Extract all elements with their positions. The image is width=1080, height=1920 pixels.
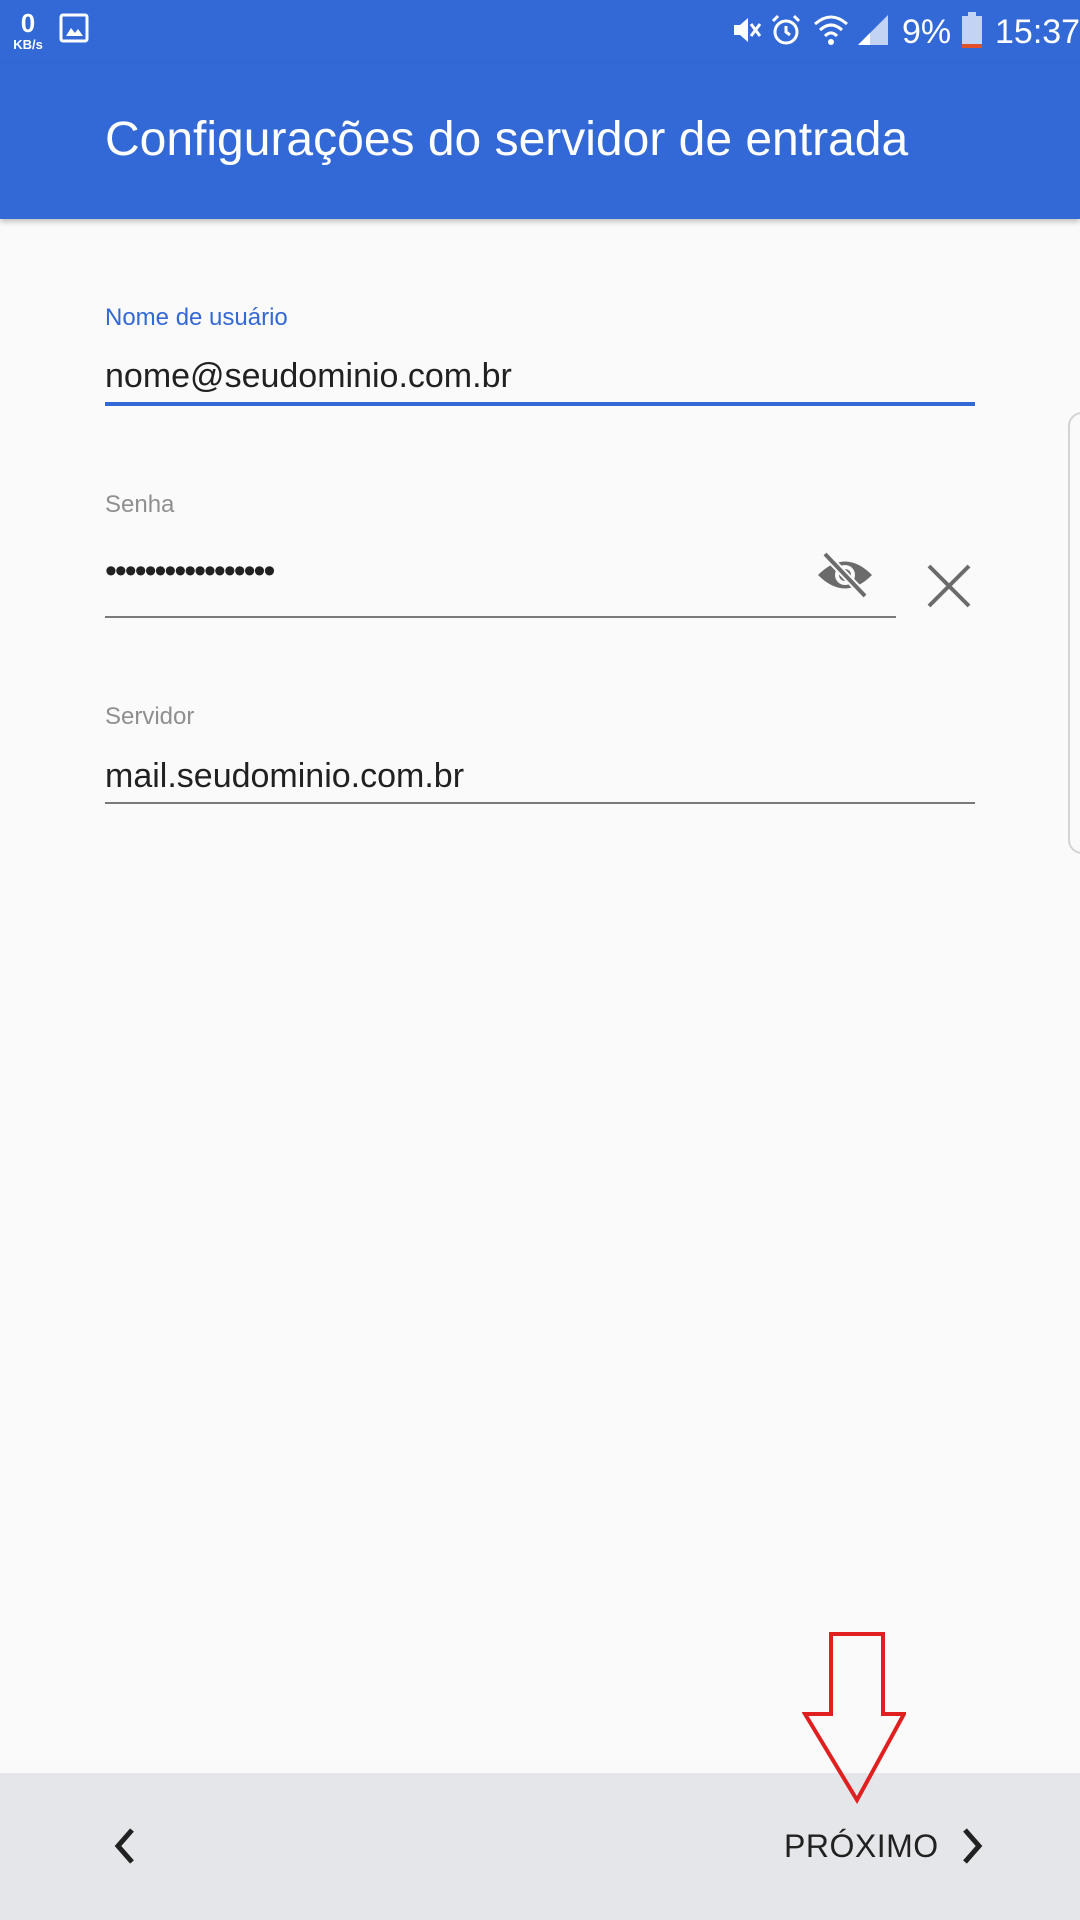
- mute-icon: [728, 12, 764, 53]
- gallery-icon: [58, 12, 90, 49]
- username-underline: [105, 402, 975, 406]
- server-label: Servidor: [105, 703, 195, 730]
- network-speed-value: 0: [20, 8, 36, 38]
- chevron-right-icon: [959, 1826, 985, 1866]
- wifi-icon: [812, 12, 850, 53]
- next-button-label: PRÓXIMO: [784, 1827, 939, 1864]
- password-label: Senha: [105, 491, 175, 518]
- username-input[interactable]: nome@seudominio.com.br: [105, 357, 512, 396]
- page-title: Configurações do servidor de entrada: [105, 113, 909, 166]
- username-label: Nome de usuário: [105, 304, 288, 331]
- status-bar: 0 KB/s 9% 15:37: [0, 0, 1080, 64]
- next-button[interactable]: PRÓXIMO: [770, 1809, 999, 1883]
- network-speed: 0 KB/s: [8, 10, 48, 51]
- network-speed-unit: KB/s: [13, 37, 43, 52]
- clear-icon[interactable]: [917, 556, 981, 616]
- bottom-navigation-bar: PRÓXIMO: [0, 1773, 1080, 1920]
- visibility-off-icon[interactable]: [810, 545, 880, 605]
- back-chevron-icon[interactable]: [95, 1816, 155, 1876]
- server-underline: [105, 802, 975, 804]
- battery-percent: 9%: [902, 13, 952, 51]
- clock: 15:37: [995, 13, 1080, 51]
- server-input[interactable]: mail.seudominio.com.br: [105, 757, 464, 796]
- alarm-icon: [768, 12, 804, 53]
- edge-panel-handle[interactable]: [1068, 412, 1080, 854]
- signal-icon: [855, 12, 891, 53]
- app-bar: Configurações do servidor de entrada: [0, 64, 1080, 219]
- battery-icon: [962, 12, 982, 53]
- password-underline: [105, 616, 896, 618]
- password-input[interactable]: •••••••••••••••••: [105, 552, 275, 591]
